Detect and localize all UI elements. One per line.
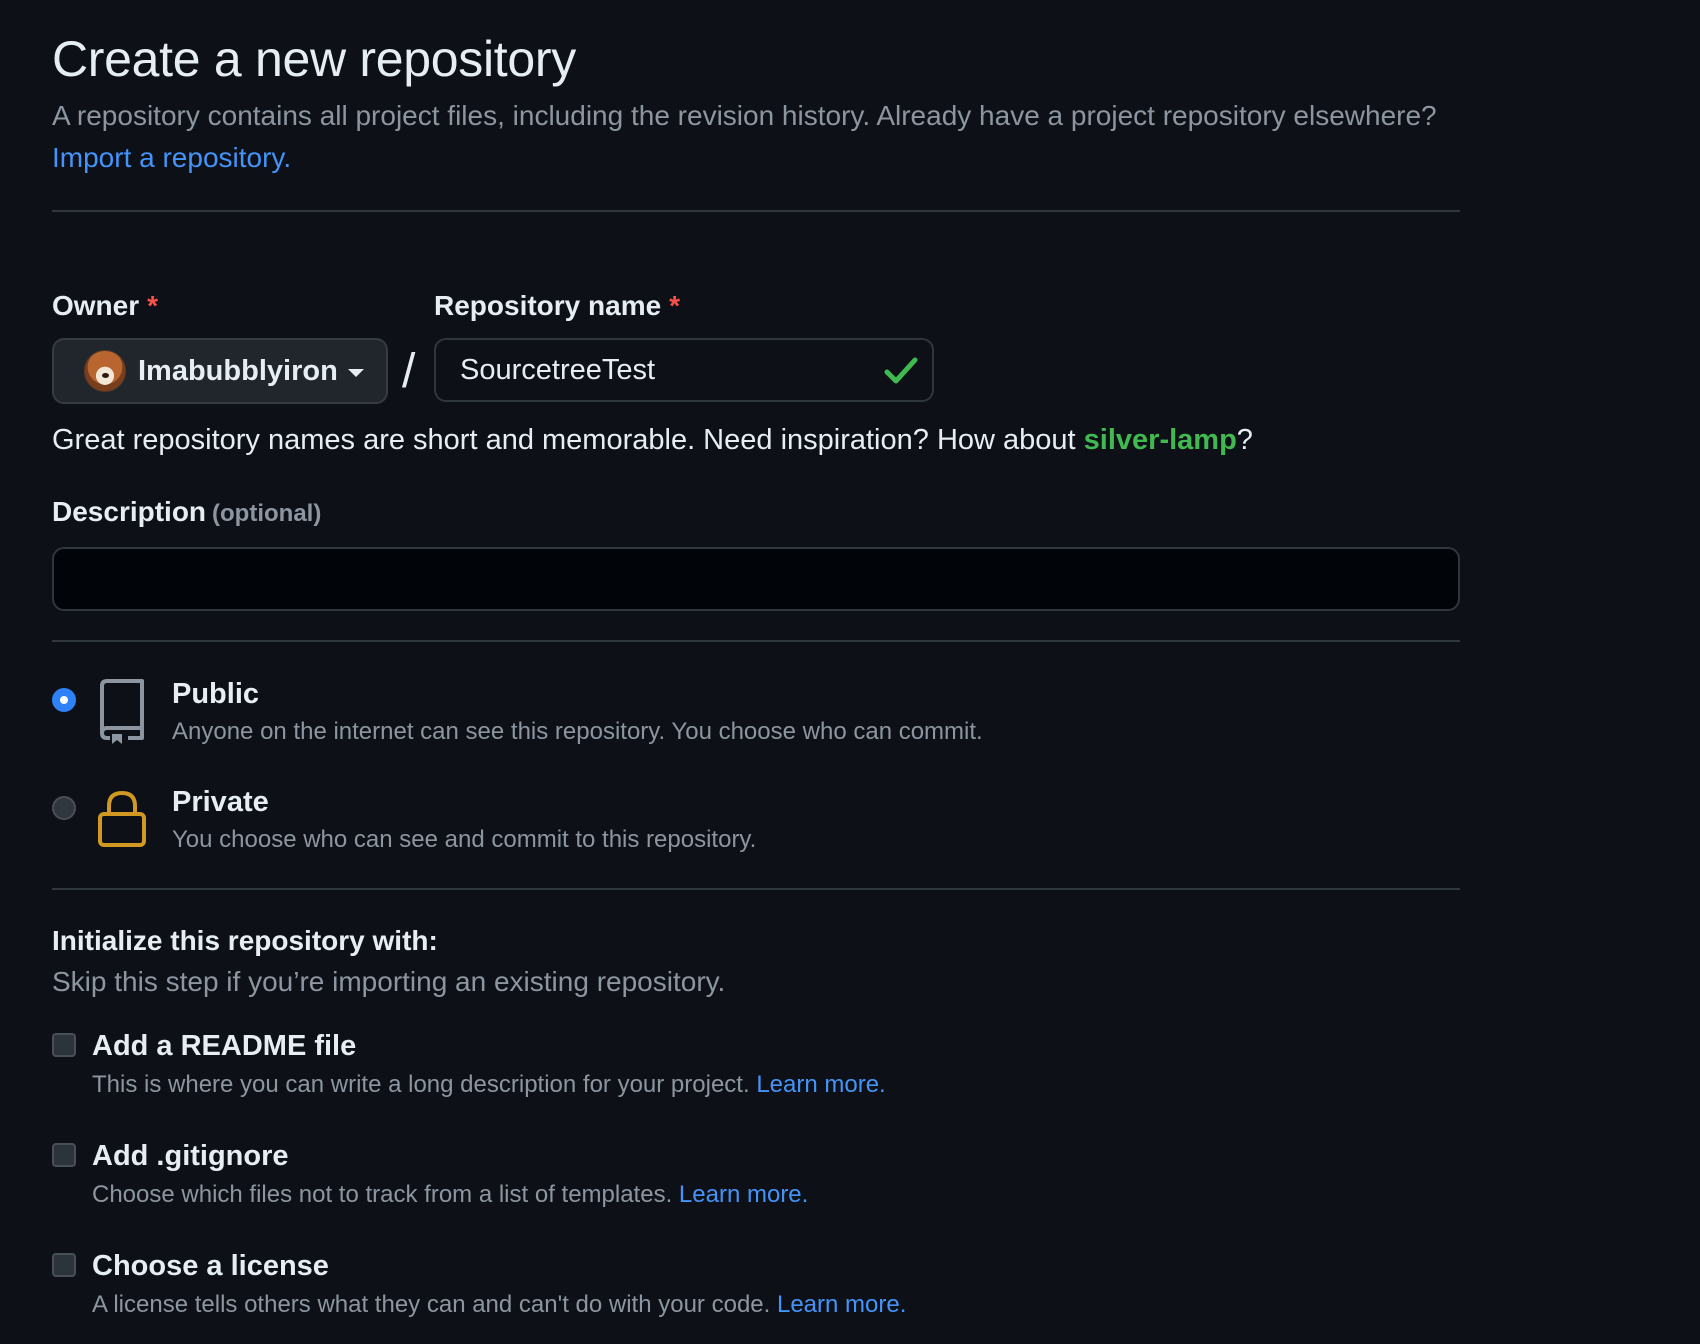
gitignore-checkbox[interactable] bbox=[52, 1143, 76, 1167]
initialize-subtitle: Skip this step if you’re importing an ex… bbox=[52, 966, 726, 997]
readme-checkbox[interactable] bbox=[52, 1033, 76, 1057]
gitignore-option-description: Choose which files not to track from a l… bbox=[92, 1181, 808, 1209]
readme-description-text: This is where you can write a long descr… bbox=[92, 1071, 750, 1098]
license-checkbox[interactable] bbox=[52, 1253, 76, 1277]
public-option-title: Public bbox=[172, 678, 260, 710]
repo-icon bbox=[100, 679, 144, 744]
license-learn-more-link[interactable]: Learn more. bbox=[777, 1291, 906, 1318]
private-radio[interactable] bbox=[52, 796, 76, 820]
import-repository-link[interactable]: Import a repository. bbox=[52, 142, 291, 173]
hint-trailing: ? bbox=[1236, 424, 1253, 456]
description-label-text: Description bbox=[52, 496, 207, 527]
readme-learn-more-link[interactable]: Learn more. bbox=[756, 1071, 885, 1098]
gitignore-option-title: Add .gitignore bbox=[92, 1140, 289, 1172]
license-option-title: Choose a license bbox=[92, 1250, 329, 1282]
repo-name-hint: Great repository names are short and mem… bbox=[52, 424, 1253, 457]
owner-select-button[interactable]: Imabubblyiron bbox=[52, 338, 388, 404]
license-description-text: A license tells others what they can and… bbox=[92, 1291, 771, 1318]
repo-name-label: Repository name * bbox=[434, 290, 680, 322]
create-repo-page: Create a new repository A repository con… bbox=[0, 0, 1700, 1344]
owner-label-text: Owner bbox=[52, 290, 140, 321]
public-option-description: Anyone on the internet can see this repo… bbox=[172, 718, 983, 745]
owner-repo-separator: / bbox=[402, 345, 416, 398]
required-mark: * bbox=[669, 290, 681, 321]
repo-name-field-wrapper bbox=[434, 338, 934, 402]
page-title: Create a new repository bbox=[52, 31, 576, 87]
intro-text: A repository contains all project files,… bbox=[52, 100, 1437, 131]
repo-name-input[interactable] bbox=[460, 353, 860, 387]
lock-icon bbox=[98, 790, 146, 847]
readme-option-description: This is where you can write a long descr… bbox=[92, 1071, 886, 1099]
repo-name-label-text: Repository name bbox=[434, 290, 662, 321]
initialize-title: Initialize this repository with: bbox=[52, 925, 438, 956]
check-icon bbox=[884, 357, 918, 384]
private-option-description: You choose who can see and commit to thi… bbox=[172, 826, 757, 853]
license-option-description: A license tells others what they can and… bbox=[92, 1291, 906, 1319]
description-field-wrapper bbox=[52, 547, 1460, 611]
readme-option-title: Add a README file bbox=[92, 1030, 357, 1062]
description-input[interactable] bbox=[54, 549, 1458, 609]
required-mark: * bbox=[147, 290, 159, 321]
divider bbox=[52, 210, 1460, 212]
divider bbox=[52, 888, 1460, 890]
divider bbox=[52, 640, 1460, 642]
page-intro: A repository contains all project files,… bbox=[52, 95, 1452, 179]
public-radio[interactable] bbox=[52, 688, 76, 712]
private-option-title: Private bbox=[172, 786, 269, 818]
gitignore-description-text: Choose which files not to track from a l… bbox=[92, 1181, 673, 1208]
owner-name: Imabubblyiron bbox=[138, 354, 338, 387]
owner-label: Owner * bbox=[52, 290, 158, 322]
gitignore-learn-more-link[interactable]: Learn more. bbox=[679, 1181, 808, 1208]
hint-text: Great repository names are short and mem… bbox=[52, 424, 1076, 456]
suggested-name-link[interactable]: silver-lamp bbox=[1084, 424, 1237, 456]
chevron-down-icon bbox=[347, 369, 364, 377]
description-label: Description (optional) bbox=[52, 496, 321, 528]
avatar bbox=[84, 350, 126, 392]
optional-text: (optional) bbox=[212, 500, 322, 527]
